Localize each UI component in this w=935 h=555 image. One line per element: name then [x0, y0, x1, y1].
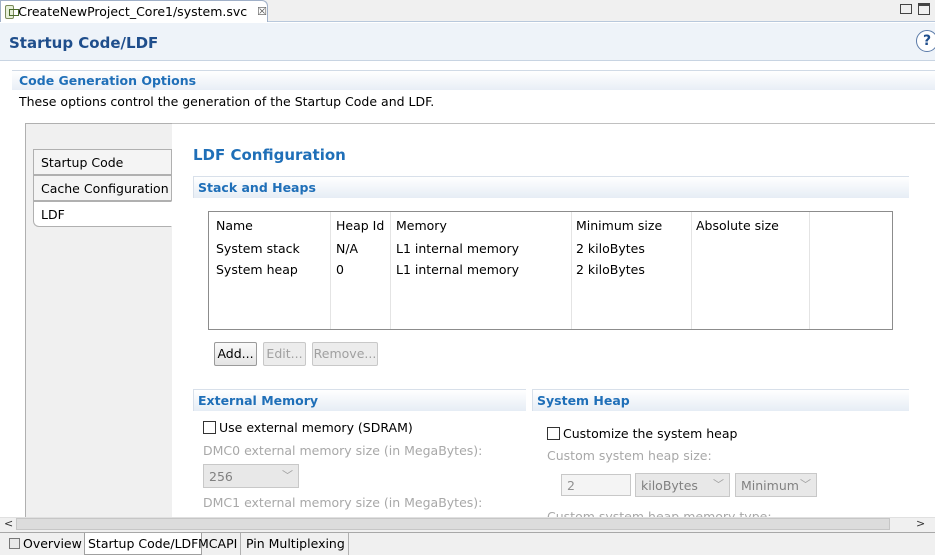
heap-size-label: Custom system heap size:: [547, 448, 712, 463]
editor-tab[interactable]: CreateNewProject_Core1/system.svc ☒: [0, 0, 268, 22]
dmc1-label: DMC1 external memory size (in MegaBytes)…: [203, 495, 483, 510]
tab-overview[interactable]: Overview: [6, 533, 86, 555]
chevron-down-icon: ﹀: [713, 478, 724, 491]
table-cell: N/A: [336, 241, 359, 256]
system-heap-title[interactable]: System Heap: [537, 393, 630, 408]
table-cell: 2 kiloBytes: [576, 241, 645, 256]
table-row[interactable]: System stack N/A L1 internal memory 2 ki…: [209, 238, 892, 259]
tab-startup-code-ldf[interactable]: Startup Code/LDF: [84, 533, 203, 555]
table-cell: System stack: [216, 241, 300, 256]
nav-item-cache-configuration[interactable]: Cache Configuration: [33, 175, 172, 201]
column-header-minimum-size[interactable]: Minimum size: [576, 218, 662, 233]
table-cell: L1 internal memory: [396, 241, 520, 256]
chevron-down-icon: ﹀: [800, 478, 811, 491]
heap-unit-select[interactable]: kiloBytes ﹀: [635, 473, 730, 497]
dmc0-label: DMC0 external memory size (in MegaBytes)…: [203, 443, 483, 458]
table-row[interactable]: System heap 0 L1 internal memory 2 kiloB…: [209, 259, 892, 280]
table-cell: 2 kiloBytes: [576, 262, 645, 277]
overview-icon: [9, 538, 20, 549]
table-cell: System heap: [216, 262, 298, 277]
restore-icon[interactable]: [900, 4, 912, 14]
heap-mode-select[interactable]: Minimum ﹀: [735, 473, 817, 497]
column-header-name[interactable]: Name: [216, 218, 253, 233]
customize-heap-label[interactable]: Customize the system heap: [563, 426, 737, 441]
nav-item-ldf[interactable]: LDF: [33, 201, 172, 227]
tab-mcapi[interactable]: MCAPI: [195, 533, 242, 555]
page-title: Startup Code/LDF: [9, 34, 159, 52]
code-generation-title[interactable]: Code Generation Options: [19, 73, 196, 88]
column-header-heap-id[interactable]: Heap Id: [336, 218, 384, 233]
heap-unit-value: kiloBytes: [641, 478, 698, 493]
code-generation-description: These options control the generation of …: [19, 94, 435, 109]
scrollbar-thumb[interactable]: [16, 518, 890, 530]
close-icon[interactable]: ☒: [257, 5, 267, 18]
help-icon[interactable]: ?: [916, 30, 935, 52]
table-cell: 0: [336, 262, 344, 277]
tab-pin-multiplexing-label: Pin Multiplexing: [246, 536, 345, 551]
nav-item-startup-code[interactable]: Startup Code: [33, 149, 172, 175]
scroll-left-icon[interactable]: <: [4, 517, 13, 530]
dmc0-size-select[interactable]: 256 ﹀: [203, 464, 299, 488]
tab-overview-label: Overview: [23, 536, 82, 551]
dmc0-size-value: 256: [209, 469, 233, 484]
chevron-down-icon: ﹀: [282, 469, 293, 482]
column-header-absolute-size[interactable]: Absolute size: [696, 218, 779, 233]
heap-memory-type-label: Custom system heap memory type:: [547, 509, 772, 517]
file-icon: [5, 4, 20, 19]
scroll-right-icon[interactable]: >: [916, 517, 925, 530]
customize-heap-checkbox[interactable]: [547, 427, 560, 440]
external-memory-title[interactable]: External Memory: [198, 393, 318, 408]
tab-startup-code-ldf-label: Startup Code/LDF: [88, 536, 199, 551]
remove-button[interactable]: Remove...: [312, 342, 378, 366]
column-header-memory[interactable]: Memory: [396, 218, 447, 233]
heap-size-input[interactable]: 2: [561, 474, 631, 496]
maximize-icon[interactable]: [918, 3, 930, 15]
heap-mode-value: Minimum: [741, 478, 799, 493]
use-sdram-label[interactable]: Use external memory (SDRAM): [219, 420, 413, 435]
tab-pin-multiplexing[interactable]: Pin Multiplexing: [243, 533, 349, 555]
tab-mcapi-label: MCAPI: [198, 536, 238, 551]
edit-button[interactable]: Edit...: [263, 342, 306, 366]
add-button[interactable]: Add...: [214, 342, 257, 366]
editor-tab-title: CreateNewProject_Core1/system.svc: [18, 4, 248, 19]
heap-table[interactable]: Name Heap Id Memory Minimum size Absolut…: [208, 211, 893, 330]
stack-heaps-title[interactable]: Stack and Heaps: [198, 180, 316, 195]
table-cell: L1 internal memory: [396, 262, 520, 277]
ldf-configuration-title: LDF Configuration: [193, 146, 346, 164]
use-sdram-checkbox[interactable]: [203, 421, 216, 434]
